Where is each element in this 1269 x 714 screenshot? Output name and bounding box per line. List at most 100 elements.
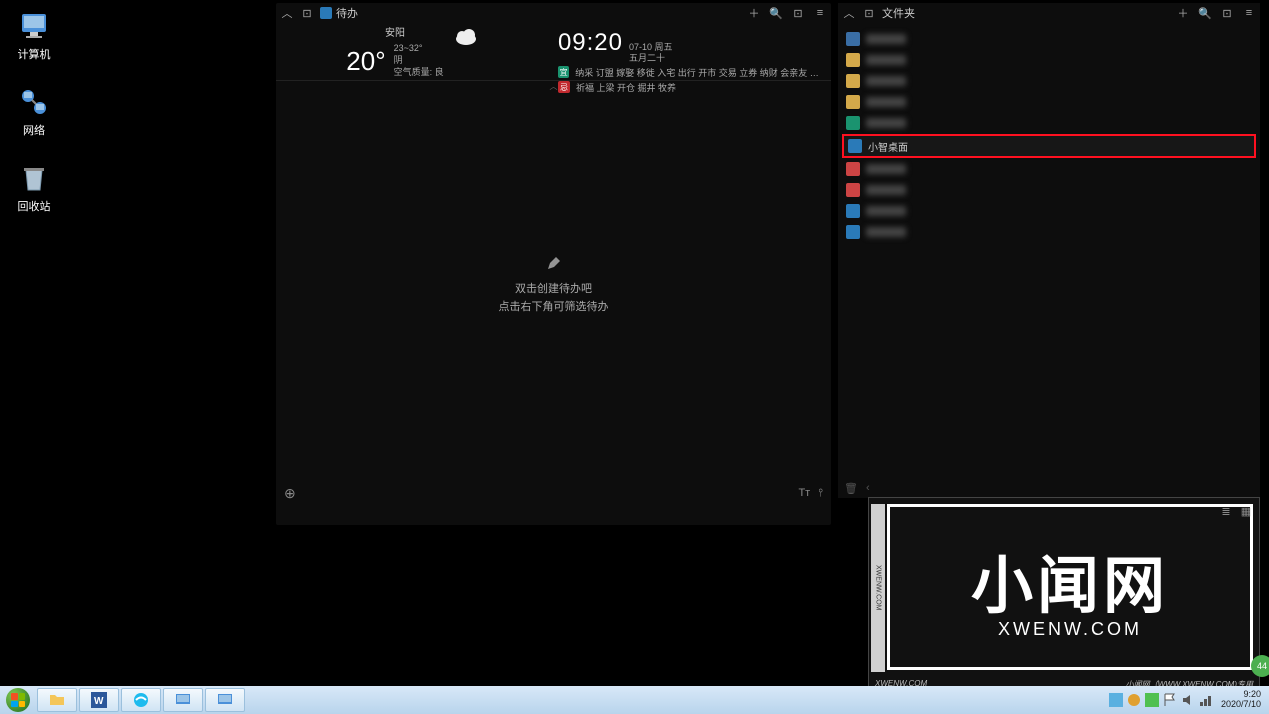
folder-icon [49, 692, 65, 708]
search-icon[interactable]: 🔍 [1198, 6, 1212, 20]
clock-time: 09:20 [558, 29, 623, 57]
folder-item[interactable] [842, 71, 1256, 91]
folder-item-icon [846, 225, 860, 239]
task-app2[interactable] [205, 688, 245, 712]
weather-air: 空气质量: 良 [394, 67, 444, 79]
text-size-icon[interactable]: Tт [798, 487, 810, 500]
folder-item-label [866, 227, 906, 237]
desktop-icon-label: 计算机 [18, 46, 51, 62]
cloud-icon [454, 28, 478, 46]
add-icon[interactable]: ＋ [747, 6, 761, 20]
recycle-bin-icon [18, 162, 50, 194]
task-app1[interactable] [163, 688, 203, 712]
network-icon [18, 86, 50, 118]
almanac-ji-text: 祈福 上梁 开仓 掘井 牧养 [576, 81, 676, 94]
folder-item[interactable] [842, 113, 1256, 133]
chevron-up-icon[interactable]: ︿ [842, 6, 856, 20]
folder-item-label [866, 206, 906, 216]
todo-panel-header: ︿ ⊡ 待办 ＋ 🔍 ⊡ ≡ [276, 3, 831, 23]
pin-icon[interactable]: ⊡ [300, 6, 314, 20]
desktop-icon-computer[interactable]: 计算机 [4, 6, 64, 66]
flag-icon[interactable] [1163, 693, 1177, 707]
folder-item-icon [846, 162, 860, 176]
desktop-icon-recycle[interactable]: 回收站 [4, 158, 64, 218]
list-icon[interactable]: ≣ [1219, 504, 1233, 518]
watermark-overlay: XWENW.COM 小闻网 XWENW.COM XWENW.COM 小闻网（WW… [868, 497, 1260, 693]
folder-item-icon [846, 74, 860, 88]
menu-icon[interactable]: ≡ [1242, 6, 1256, 20]
folder-item[interactable] [842, 180, 1256, 200]
folder-item-icon [846, 95, 860, 109]
copy-icon[interactable]: ⊡ [1220, 6, 1234, 20]
folder-item-label: 小智桌面 [868, 139, 908, 154]
folder-panel-title: 文件夹 [882, 5, 915, 21]
folder-item-icon [846, 116, 860, 130]
search-icon[interactable]: 🔍 [769, 6, 783, 20]
task-ie[interactable] [121, 688, 161, 712]
folder-list: 小智桌面 [838, 23, 1260, 249]
volume-icon[interactable] [1181, 693, 1195, 707]
folder-item[interactable] [842, 159, 1256, 179]
pin-icon[interactable]: ⊡ [862, 6, 876, 20]
todo-empty-text: 双击创建待办吧 点击右下角可筛选待办 [499, 281, 609, 316]
folder-item-label [866, 76, 906, 86]
tray-icon[interactable] [1109, 693, 1123, 707]
folder-item[interactable] [842, 92, 1256, 112]
start-button[interactable] [0, 686, 36, 714]
grid-icon[interactable]: ▦ [1239, 504, 1253, 518]
ie-icon [133, 692, 149, 708]
tray-clock[interactable]: 9:20 2020/7/10 [1217, 690, 1265, 710]
app-icon [320, 7, 332, 19]
folder-item-label [866, 185, 906, 195]
menu-icon[interactable]: ≡ [813, 6, 827, 20]
network-tray-icon[interactable] [1199, 693, 1213, 707]
folder-item[interactable] [842, 50, 1256, 70]
todo-body[interactable]: 双击创建待办吧 点击右下角可筛选待办 [276, 91, 831, 481]
add-icon[interactable]: ＋ [1176, 6, 1190, 20]
chevron-left-icon[interactable]: ‹ [866, 482, 870, 494]
copy-icon[interactable]: ⊡ [791, 6, 805, 20]
task-explorer[interactable] [37, 688, 77, 712]
yi-badge: 宜 [558, 66, 569, 78]
floating-badge[interactable]: 44 [1251, 655, 1269, 677]
almanac-yi: 宜 纳采 订盟 嫁娶 移徙 入宅 出行 开市 交易 立券 纳财 会亲友 安香..… [558, 66, 821, 79]
filter-icon[interactable]: ⫯ [818, 487, 823, 500]
task-word[interactable]: W [79, 688, 119, 712]
trash-icon[interactable]: 🗑 [844, 482, 858, 495]
folder-item[interactable] [842, 29, 1256, 49]
folder-item-label [866, 55, 906, 65]
watermark-url: XWENW.COM [998, 619, 1142, 640]
folder-item[interactable] [842, 222, 1256, 242]
folder-panel: ︿ ⊡ 文件夹 ＋ 🔍 ⊡ ≡ 小智桌面 🗑 ‹ [838, 3, 1260, 498]
tray-icon[interactable] [1127, 693, 1141, 707]
folder-item-icon [846, 204, 860, 218]
watermark-title: 小闻网 [971, 535, 1169, 625]
weather-range: 23~32° [394, 43, 444, 55]
svg-text:W: W [94, 696, 104, 707]
folder-item-highlighted[interactable]: 小智桌面 [842, 134, 1256, 158]
todo-panel-title: 待办 [320, 5, 358, 21]
desktop-icon-network[interactable]: 网络 [4, 82, 64, 142]
info-bar: 安阳 20° 23~32° 阴 空气质量: 良 [276, 23, 831, 81]
weather-temp: 20° [346, 46, 385, 77]
weather-condition: 阴 [394, 55, 444, 67]
folder-item-label [866, 34, 906, 44]
chevron-up-icon[interactable]: ︿ [280, 6, 294, 20]
folder-panel-header: ︿ ⊡ 文件夹 ＋ 🔍 ⊡ ≡ [838, 3, 1260, 23]
watermark-box: 小闻网 XWENW.COM [887, 504, 1253, 670]
tray-icon[interactable] [1145, 693, 1159, 707]
folder-item-icon [846, 53, 860, 67]
folder-item-label [866, 118, 906, 128]
clock-date: 07-10 周五 五月二十 [629, 42, 673, 64]
folder-item[interactable] [842, 201, 1256, 221]
folder-footer: 🗑 ‹ [838, 478, 1260, 498]
monitor-icon [175, 692, 191, 708]
folder-item-label [866, 164, 906, 174]
folder-item-icon [846, 32, 860, 46]
datetime-section[interactable]: 09:20 07-10 周五 五月二十 宜 纳采 订盟 嫁娶 移徙 入宅 出行 … [548, 23, 831, 80]
weather-section[interactable]: 安阳 20° 23~32° 阴 空气质量: 良 [276, 23, 548, 80]
folder-item-icon [848, 139, 862, 153]
watermark-side-tag: XWENW.COM [871, 504, 885, 672]
todo-title-text: 待办 [336, 5, 358, 21]
add-todo-button[interactable]: ⊕ [284, 485, 296, 502]
